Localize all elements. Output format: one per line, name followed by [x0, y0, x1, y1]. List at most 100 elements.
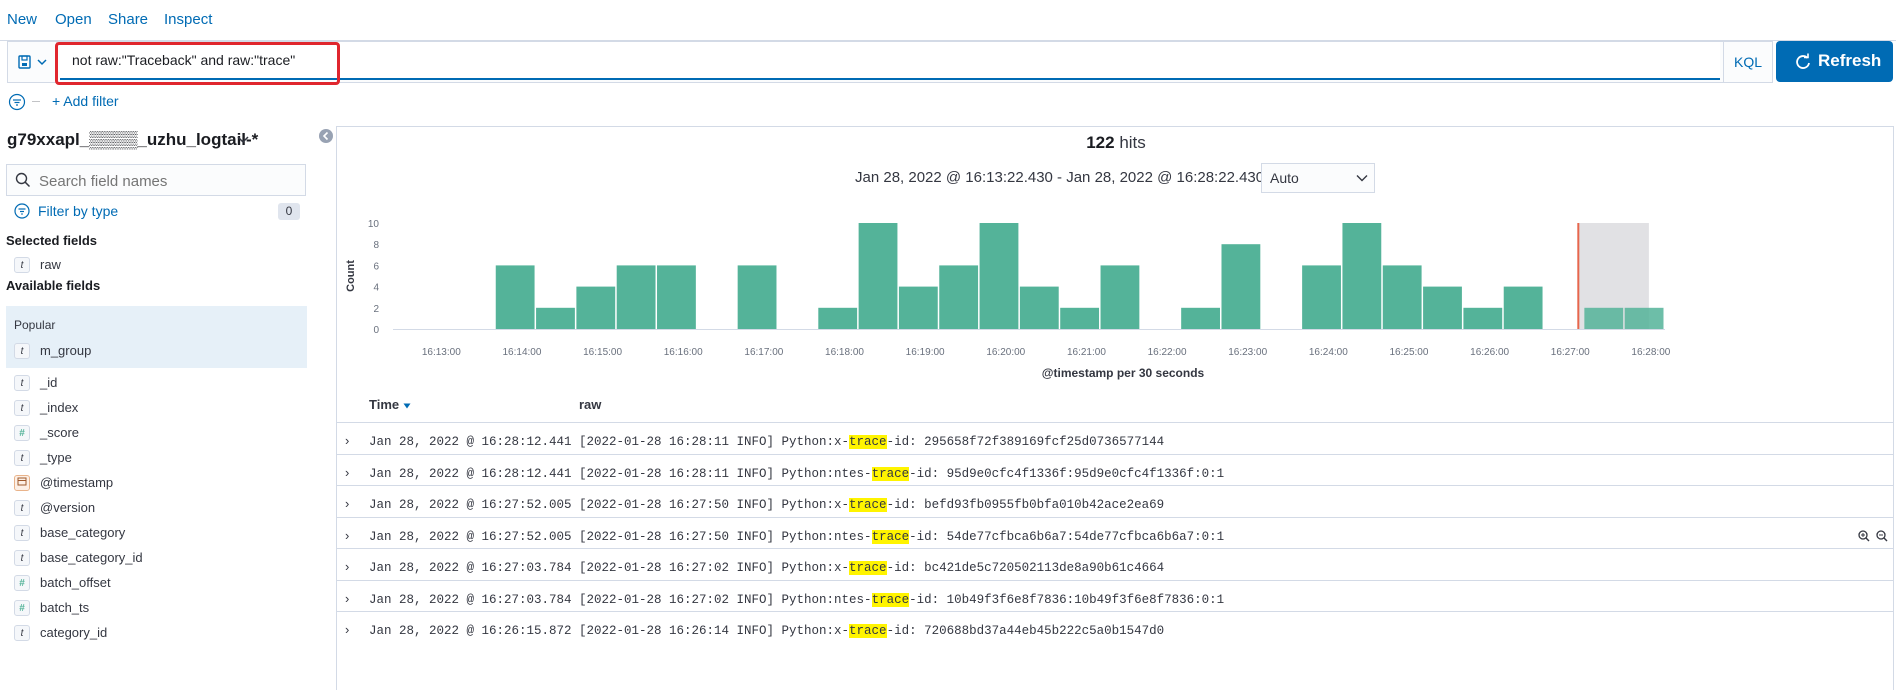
field-name: @timestamp [40, 475, 114, 490]
field-name: _index [40, 400, 79, 415]
chevron-down-icon [1356, 175, 1368, 182]
histogram-bar [1221, 244, 1261, 329]
field-name: @version [40, 500, 96, 515]
x-tick-label: 16:20:00 [986, 347, 1025, 358]
top-nav: New Open Share Inspect [0, 0, 1896, 41]
y-tick-label: 10 [368, 219, 380, 230]
hit-count: 122 hits [337, 133, 1895, 153]
row-timestamp: Jan 28, 2022 @ 16:27:03.784 [369, 592, 572, 607]
row-timestamp: Jan 28, 2022 @ 16:28:12.441 [369, 435, 572, 449]
raw-suffix: -id: bc421de5c720502113de8a90b61c4664 [886, 561, 1165, 575]
annotation-highlight-box [55, 42, 340, 85]
search-highlight: trace [849, 498, 887, 512]
x-tick-label: 16:24:00 [1309, 347, 1348, 358]
number-type-icon: # [14, 575, 30, 591]
raw-prefix: [2022-01-28 16:28:11 INFO] Python:ntes- [579, 466, 872, 481]
x-tick-label: 16:26:00 [1470, 347, 1509, 358]
y-axis-label: Count [345, 260, 357, 292]
time-column-header[interactable]: Time [369, 397, 411, 412]
expand-chevron-icon[interactable]: › [345, 591, 349, 606]
field-item[interactable]: # batch_offset [6, 570, 306, 596]
string-type-icon: t [14, 375, 30, 391]
expand-chevron-icon[interactable]: › [345, 622, 349, 637]
field-item[interactable]: # _score [6, 420, 306, 446]
time-range-label: Jan 28, 2022 @ 16:13:22.430 - Jan 28, 20… [855, 169, 1265, 186]
field-name: m_group [40, 343, 92, 358]
row-raw: [2022-01-28 16:28:11 INFO] Python:ntes-t… [579, 466, 1225, 481]
refresh-button[interactable]: Refresh [1776, 41, 1893, 82]
raw-suffix: -id: 10b49f3f6e8f7836:10b49f3f6e8f7836:0… [909, 592, 1225, 607]
zoom-in-icon [1858, 529, 1870, 541]
field-item[interactable]: t base_category [6, 520, 306, 546]
refresh-label: Refresh [1818, 51, 1882, 70]
refresh-icon [1796, 53, 1810, 69]
histogram-bar [495, 265, 535, 329]
field-item[interactable]: t _index [6, 395, 306, 421]
kql-language-toggle[interactable]: KQL [1723, 42, 1772, 82]
string-type-icon: t [14, 525, 30, 541]
row-timestamp: Jan 28, 2022 @ 16:27:52.005 [369, 529, 572, 544]
raw-column-header[interactable]: raw [579, 397, 601, 412]
share-link[interactable]: Share [108, 11, 148, 28]
expand-chevron-icon[interactable]: › [345, 528, 349, 543]
table-header: Time raw [337, 397, 1893, 417]
x-tick-label: 16:25:00 [1390, 347, 1429, 358]
field-item[interactable]: t base_category_id [6, 545, 306, 571]
field-name: category_id [40, 625, 108, 640]
field-item[interactable]: t raw [6, 252, 306, 278]
string-type-icon: t [14, 500, 30, 516]
filter-count-badge: 0 [278, 203, 300, 220]
inspect-link[interactable]: Inspect [164, 11, 212, 28]
x-axis-label: @timestamp per 30 seconds [1042, 366, 1205, 380]
field-name: raw [40, 257, 61, 272]
histogram-bar [1342, 223, 1382, 329]
field-item[interactable]: t m_group [6, 338, 306, 364]
histogram-bar [1060, 307, 1100, 329]
number-type-icon: # [14, 600, 30, 616]
interval-select[interactable]: Auto [1261, 163, 1375, 193]
interval-value: Auto [1270, 170, 1299, 186]
expand-chevron-icon[interactable]: › [345, 496, 349, 511]
histogram-bar [939, 265, 979, 329]
field-item[interactable]: t _type [6, 445, 306, 471]
row-raw: [2022-01-28 16:27:50 INFO] Python:ntes-t… [579, 529, 1224, 544]
x-tick-label: 16:23:00 [1228, 347, 1267, 358]
raw-suffix: -id: 720688bd37a44eb45b222c5a0b1547d0 [886, 624, 1165, 638]
filter-icon[interactable] [8, 93, 26, 111]
expand-chevron-icon[interactable]: › [345, 465, 349, 480]
raw-prefix: [2022-01-28 16:26:14 INFO] Python:x- [579, 624, 850, 638]
field-name: batch_offset [40, 575, 111, 590]
chevron-down-icon[interactable] [236, 135, 250, 145]
field-item[interactable]: t @version [6, 495, 306, 521]
saved-query-button[interactable] [8, 42, 57, 82]
row-raw: [2022-01-28 16:27:50 INFO] Python:x-trac… [579, 498, 1164, 512]
field-item[interactable]: @timestamp [6, 470, 306, 496]
field-name: base_category [40, 525, 126, 540]
collapse-sidebar-icon[interactable] [318, 128, 334, 144]
string-type-icon: t [14, 550, 30, 566]
expand-chevron-icon[interactable]: › [345, 559, 349, 574]
x-tick-label: 16:14:00 [502, 347, 541, 358]
y-tick-label: 0 [373, 325, 379, 336]
raw-prefix: [2022-01-28 16:27:50 INFO] Python:x- [579, 498, 850, 512]
field-item[interactable]: t _id [6, 370, 306, 396]
divider [32, 101, 40, 102]
new-link[interactable]: New [7, 11, 37, 28]
raw-suffix: -id: 95d9e0cfc4f1336f:95d9e0cfc4f1336f:0… [909, 466, 1225, 481]
field-search-input[interactable] [37, 165, 301, 197]
table-row[interactable]: › Jan 28, 2022 @ 16:26:15.872 [2022-01-28 … [337, 611, 1893, 650]
histogram-bar [1302, 265, 1341, 329]
row-raw: [2022-01-28 16:27:02 INFO] Python:x-trac… [579, 561, 1164, 575]
histogram-chart[interactable]: 0 2 4 6 8 10 Count 16:13:00 16:14:00 16:15:00 16:1… [337, 201, 1893, 397]
expand-chevron-icon[interactable]: › [345, 433, 349, 448]
histogram-bar [1100, 265, 1140, 329]
histogram-bar [1423, 286, 1462, 329]
index-pattern-selector[interactable]: g79xxapl_▒▒▒▒_uzhu_logtail-* [7, 130, 258, 150]
calendar-icon [14, 475, 30, 491]
field-item[interactable]: t category_id [6, 620, 306, 646]
add-filter-link[interactable]: + Add filter [52, 93, 119, 109]
open-link[interactable]: Open [55, 11, 92, 28]
field-item[interactable]: # batch_ts [6, 595, 306, 621]
histogram-bar [616, 265, 656, 329]
filter-by-type-button[interactable]: Filter by type 0 [6, 200, 306, 224]
